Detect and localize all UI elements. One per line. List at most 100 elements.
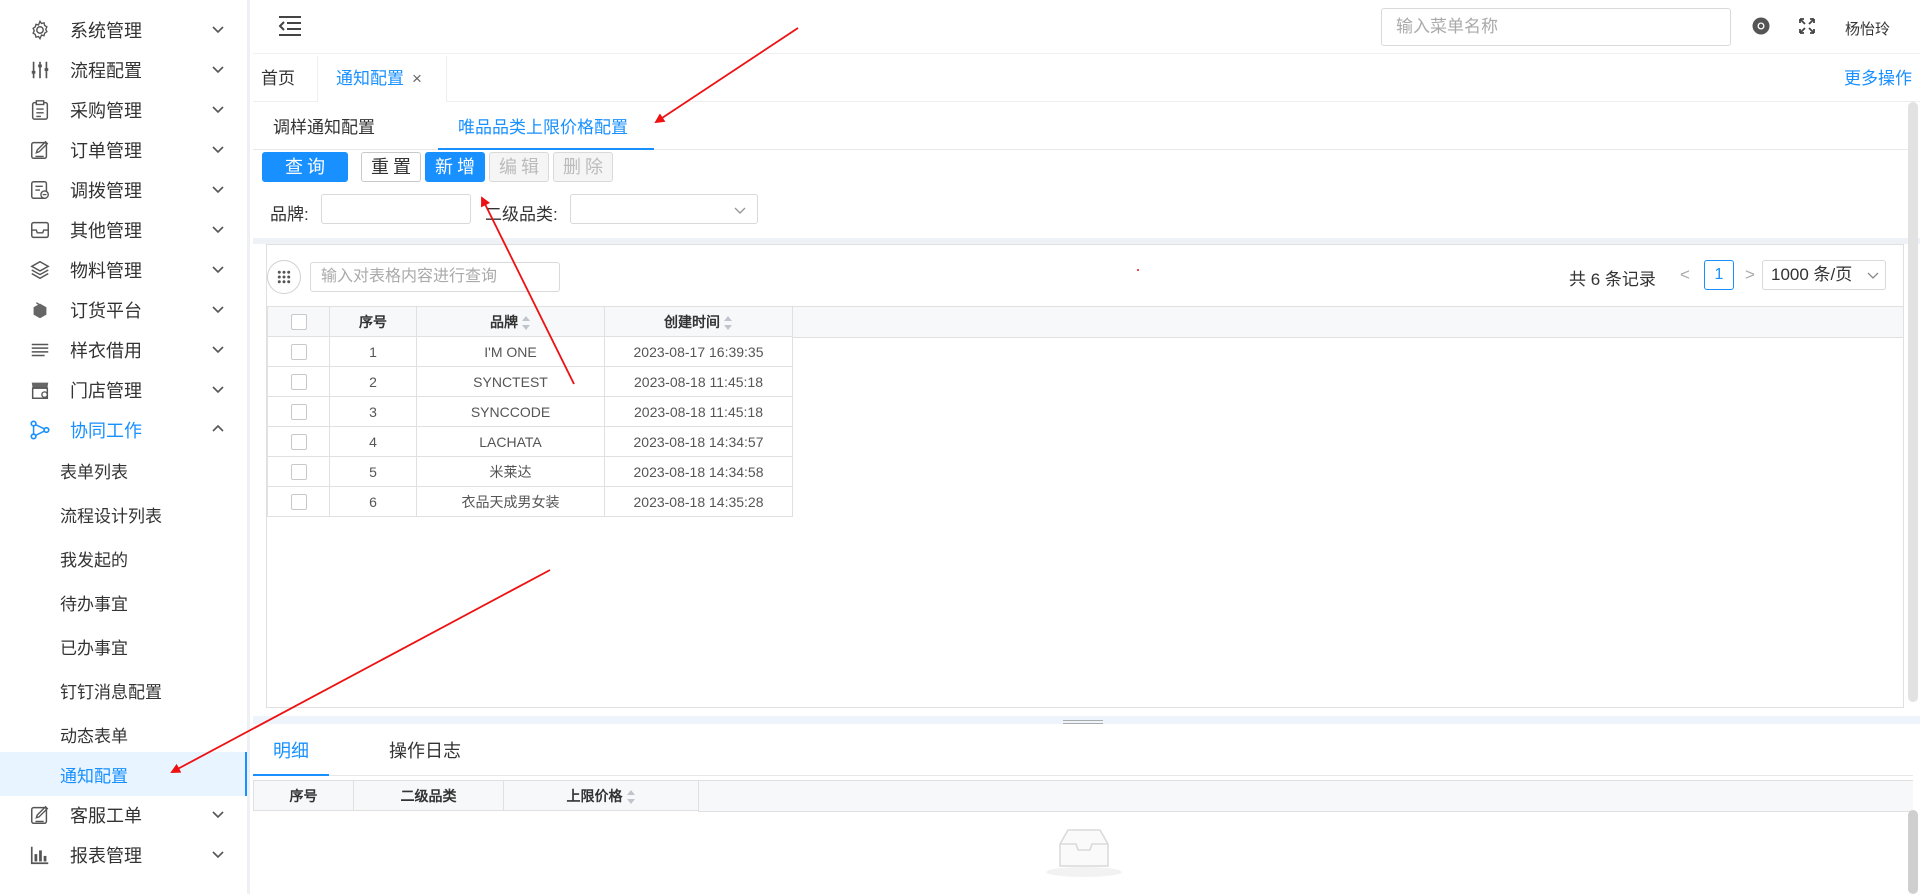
close-icon[interactable]: × (412, 56, 422, 102)
sidebar-item-process[interactable]: 流程配置 (0, 50, 247, 90)
tab-sample-notify[interactable]: 调样通知配置 (273, 102, 375, 150)
main-scrollbar[interactable] (1908, 102, 1918, 702)
chevron-down-icon (734, 207, 746, 214)
cell-index: 1 (329, 336, 417, 367)
table-row[interactable]: 3 SYNCCODE 2023-08-18 11:45:18 (267, 396, 793, 427)
tab-home[interactable]: 首页 (261, 56, 305, 102)
sidebar-item-ordering-platform[interactable]: 订货平台 (0, 290, 247, 330)
tab-detail[interactable]: 明细 (253, 730, 329, 776)
col-header-label: 品牌 (490, 313, 518, 330)
delete-button[interactable]: 删除 (553, 152, 613, 182)
table-row[interactable]: 1 I'M ONE 2023-08-17 16:39:35 (267, 336, 793, 367)
sidebar-item-material[interactable]: 物料管理 (0, 250, 247, 290)
grid-icon[interactable] (267, 260, 301, 294)
sidebar-item-purchase[interactable]: 采购管理 (0, 90, 247, 130)
brand-input[interactable] (321, 194, 471, 224)
row-checkbox[interactable] (290, 464, 307, 481)
tab-notify-config[interactable]: 通知配置 × (317, 56, 447, 102)
cell-index: 2 (329, 366, 417, 397)
menu-search-input[interactable] (1381, 8, 1731, 46)
row-checkbox-cell[interactable] (267, 366, 330, 397)
next-page-icon[interactable]: > (1745, 265, 1755, 285)
cell-brand: 米莱达 (416, 456, 605, 487)
layers-icon (30, 260, 50, 280)
sidebar-subitem-process-design[interactable]: 流程设计列表 (0, 492, 247, 536)
col-header-brand[interactable]: 品牌 (416, 306, 605, 337)
table-row[interactable]: 4 LACHATA 2023-08-18 14:34:57 (267, 426, 793, 457)
chevron-down-icon (212, 346, 224, 354)
row-checkbox[interactable] (290, 374, 307, 391)
sidebar-subitem-label: 动态表单 (60, 726, 128, 746)
browser-icon[interactable] (1751, 16, 1771, 36)
col-header-label: 上限价格 (566, 787, 623, 804)
cell-created: 2023-08-18 11:45:18 (604, 396, 793, 427)
cell-index: 3 (329, 396, 417, 427)
prev-page-icon[interactable]: < (1680, 265, 1690, 285)
sidebar-item-sample-borrow[interactable]: 样衣借用 (0, 330, 247, 370)
row-checkbox-cell[interactable] (267, 426, 330, 457)
col-header-created[interactable]: 创建时间 (604, 306, 793, 337)
sidebar-item-orders[interactable]: 订单管理 (0, 130, 247, 170)
sidebar-subitem-dingtalk[interactable]: 钉钉消息配置 (0, 668, 247, 712)
fullscreen-icon[interactable] (1797, 16, 1817, 36)
sidebar-item-reports[interactable]: 报表管理 (0, 835, 247, 875)
select-all-checkbox[interactable] (290, 314, 307, 331)
add-button[interactable]: 新增 (425, 152, 485, 182)
more-actions-link[interactable]: 更多操作 (1844, 56, 1912, 102)
col-header-label: 序号 (289, 787, 318, 804)
sidebar-item-label: 客服工单 (70, 806, 142, 826)
sidebar-subitem-done[interactable]: 已办事宜 (0, 624, 247, 668)
table-row[interactable]: 5 米莱达 2023-08-18 14:34:58 (267, 456, 793, 487)
row-checkbox-cell[interactable] (267, 336, 330, 367)
sidebar-item-other[interactable]: 其他管理 (0, 210, 247, 250)
sidebar-item-customer-service[interactable]: 客服工单 (0, 795, 247, 835)
row-checkbox-cell[interactable] (267, 486, 330, 517)
username[interactable]: 杨怡玲 (1845, 18, 1890, 39)
menu-collapse-icon[interactable] (277, 14, 303, 38)
sliders-icon (31, 61, 49, 79)
sort-icon[interactable] (724, 315, 733, 330)
sidebar-item-transfer[interactable]: 调拨管理 (0, 170, 247, 210)
sort-icon[interactable] (626, 789, 636, 804)
cell-brand: LACHATA (416, 426, 605, 457)
table-header-filler (792, 306, 1903, 338)
chevron-down-icon (212, 66, 224, 74)
reset-button[interactable]: 重置 (361, 152, 421, 182)
splitter-handle[interactable] (1063, 720, 1103, 724)
sidebar-subitem-notify-config[interactable]: 通知配置 (0, 752, 247, 796)
sidebar-item-label: 订单管理 (70, 141, 142, 161)
sidebar-subitem-form-list[interactable]: 表单列表 (0, 448, 247, 492)
table-row[interactable]: 6 衣品天成男女装 2023-08-18 14:35:28 (267, 486, 793, 517)
detail-scrollbar[interactable] (1908, 810, 1918, 894)
sidebar-subitem-dynamic-form[interactable]: 动态表单 (0, 712, 247, 756)
page-size-select[interactable]: 1000 条/页 (1762, 260, 1886, 290)
row-checkbox-cell[interactable] (267, 396, 330, 427)
row-checkbox[interactable] (290, 404, 307, 421)
row-checkbox[interactable] (290, 434, 307, 451)
sidebar-subitem-label: 表单列表 (60, 462, 128, 482)
tab-vip-category-price[interactable]: 唯品品类上限价格配置 (438, 102, 654, 150)
row-checkbox-cell[interactable] (267, 456, 330, 487)
table-row[interactable]: 2 SYNCTEST 2023-08-18 11:45:18 (267, 366, 793, 397)
tab-operation-log[interactable]: 操作日志 (389, 730, 461, 776)
sort-icon[interactable] (522, 315, 531, 330)
sidebar-subitem-todo[interactable]: 待办事宜 (0, 580, 247, 624)
sidebar-item-system[interactable]: 系统管理 (0, 10, 247, 50)
sidebar-item-collaboration[interactable]: 协同工作 (0, 410, 247, 450)
select-all-cell[interactable] (267, 306, 330, 337)
detail-col-price[interactable]: 上限价格 (503, 780, 699, 811)
sidebar-subitem-label: 通知配置 (60, 766, 128, 786)
sidebar-subitem-initiated[interactable]: 我发起的 (0, 536, 247, 580)
detail-col-index: 序号 (253, 780, 354, 811)
row-checkbox[interactable] (290, 494, 307, 511)
sidebar-item-store[interactable]: 门店管理 (0, 370, 247, 410)
row-checkbox[interactable] (290, 344, 307, 361)
current-page[interactable]: 1 (1704, 260, 1734, 290)
category-select[interactable] (570, 194, 758, 224)
sidebar-item-label: 其他管理 (70, 221, 142, 241)
sidebar-subitem-label: 待办事宜 (60, 594, 128, 614)
table-search-input[interactable] (310, 262, 560, 292)
cell-created: 2023-08-18 14:34:57 (604, 426, 793, 457)
query-button[interactable]: 查询 (262, 152, 348, 182)
edit-button[interactable]: 编辑 (489, 152, 549, 182)
